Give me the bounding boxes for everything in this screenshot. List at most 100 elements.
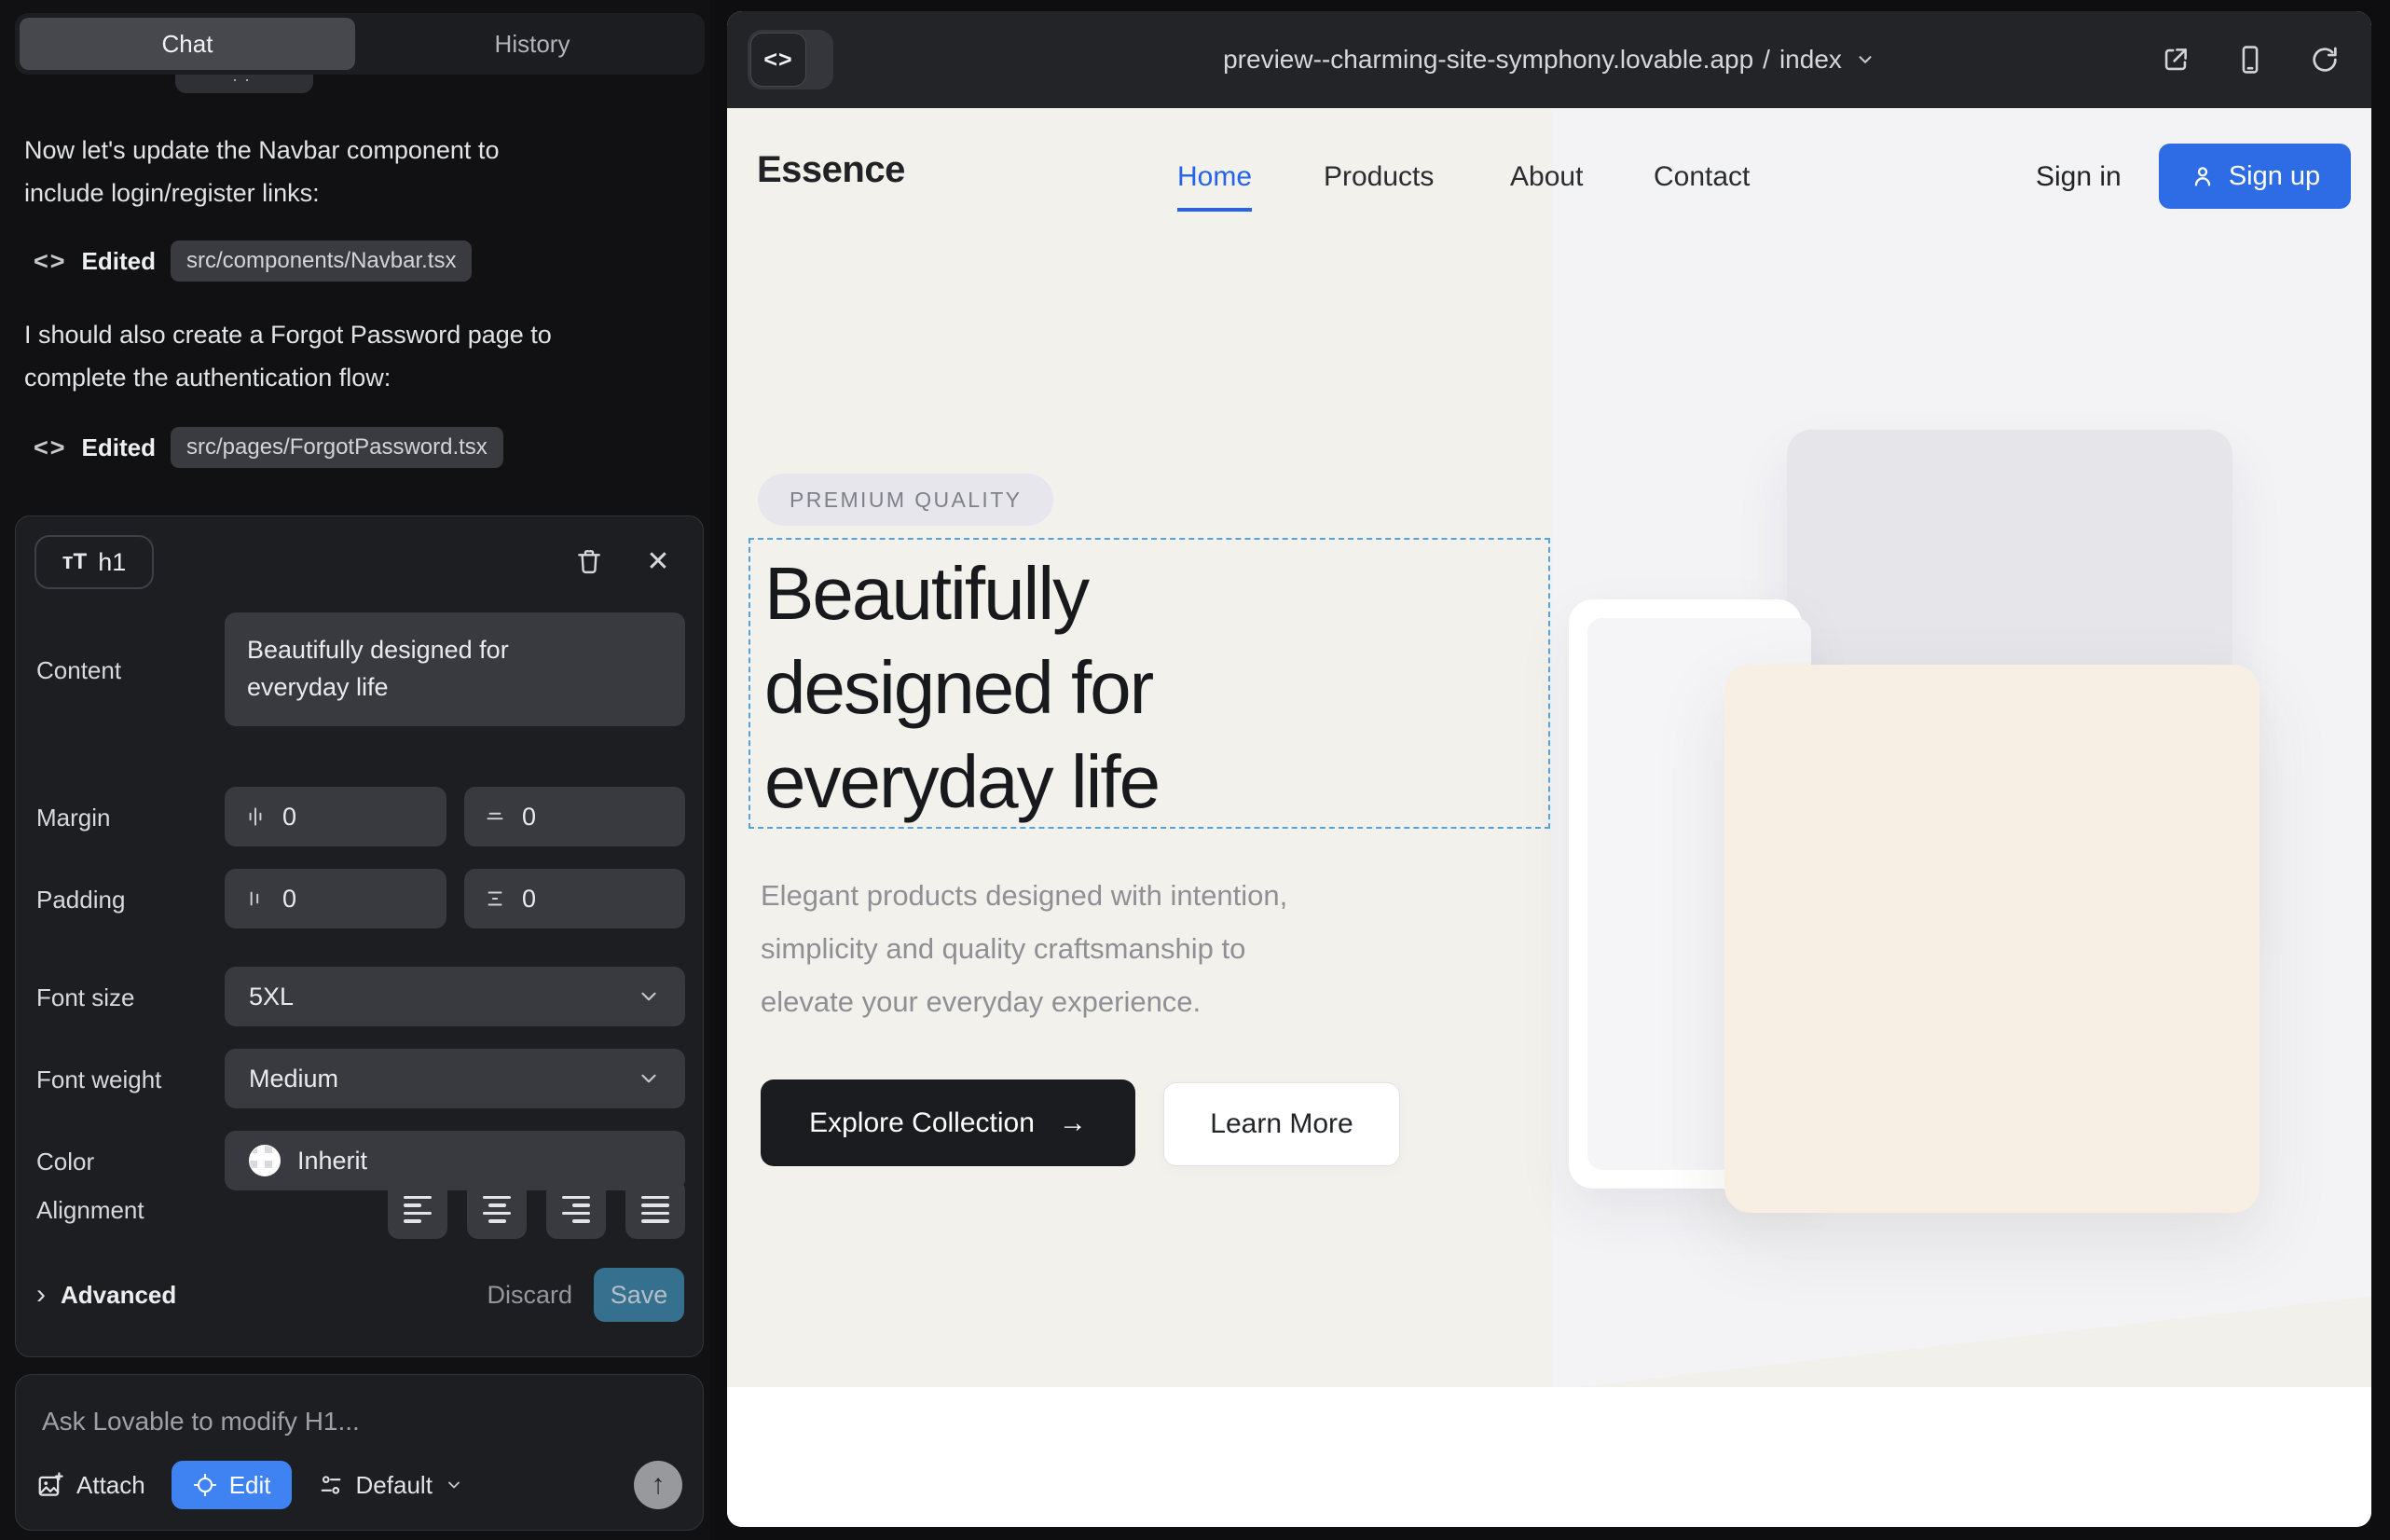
edit-mode-button[interactable]: Edit bbox=[172, 1461, 292, 1509]
align-center-button[interactable] bbox=[467, 1179, 527, 1239]
margin-y-icon bbox=[483, 804, 507, 829]
code-view-toggle[interactable]: <> bbox=[748, 30, 833, 89]
nav-link-contact[interactable]: Contact bbox=[1654, 161, 1750, 193]
hero-heading[interactable]: Beautifully designed for everyday life bbox=[764, 546, 1159, 829]
send-button[interactable]: ↑ bbox=[634, 1461, 682, 1509]
heading-line: Beautifully bbox=[764, 546, 1159, 640]
message-line: I should also create a Forgot Password p… bbox=[24, 313, 639, 356]
file-chip[interactable]: src/components/Navbar.tsx bbox=[171, 241, 472, 282]
edited-label: Edited bbox=[82, 247, 156, 276]
refresh-button[interactable] bbox=[2306, 41, 2343, 78]
sliders-icon bbox=[318, 1472, 344, 1498]
explore-collection-button[interactable]: Explore Collection → bbox=[761, 1079, 1135, 1166]
padding-y-input[interactable]: 0 bbox=[464, 869, 685, 928]
align-justify-icon bbox=[641, 1196, 669, 1223]
tab-chat[interactable]: Chat bbox=[20, 18, 355, 70]
hero-section: Essence Home Products About Contact Sign… bbox=[727, 108, 2371, 1387]
discard-button[interactable]: Discard bbox=[487, 1268, 572, 1322]
url-bar[interactable]: preview--charming-site-symphony.lovable.… bbox=[1223, 45, 1875, 75]
learn-more-button[interactable]: Learn More bbox=[1163, 1082, 1400, 1166]
premium-badge: PREMIUM QUALITY bbox=[758, 474, 1053, 526]
color-field-label: Color bbox=[36, 1148, 94, 1176]
color-swatch bbox=[249, 1145, 281, 1176]
close-panel-button[interactable]: ✕ bbox=[638, 541, 679, 582]
open-in-new-tab-button[interactable] bbox=[2157, 41, 2194, 78]
mode-selector[interactable]: Default bbox=[318, 1471, 463, 1500]
color-value: Inherit bbox=[297, 1147, 367, 1176]
prompt-toolbar: Attach Edit Default ↑ bbox=[36, 1461, 682, 1509]
content-field-label: Content bbox=[36, 656, 121, 685]
prompt-input[interactable]: Ask Lovable to modify H1... bbox=[42, 1407, 360, 1437]
explore-label: Explore Collection bbox=[809, 1107, 1035, 1139]
sign-up-label: Sign up bbox=[2229, 161, 2320, 192]
sign-up-button[interactable]: Sign up bbox=[2159, 144, 2351, 209]
font-weight-select[interactable]: Medium bbox=[225, 1049, 685, 1108]
color-select[interactable]: Inherit bbox=[225, 1131, 685, 1190]
decorative-card-cream bbox=[1724, 665, 2260, 1213]
page-name: index bbox=[1779, 45, 1842, 75]
save-button[interactable]: Save bbox=[594, 1268, 684, 1322]
panel-tabs: Chat History bbox=[15, 13, 705, 75]
font-size-select[interactable]: 5XL bbox=[225, 967, 685, 1026]
code-icon: <> bbox=[750, 33, 806, 87]
message-line: include login/register links: bbox=[24, 172, 639, 214]
padding-x-value: 0 bbox=[282, 885, 296, 914]
margin-y-input[interactable]: 0 bbox=[464, 787, 685, 846]
scrolled-chip-partial: ·· bbox=[175, 75, 313, 93]
user-icon bbox=[2190, 163, 2216, 189]
content-value: Beautifully designed for everyday life bbox=[247, 631, 560, 706]
attach-image-icon bbox=[36, 1471, 64, 1499]
target-icon bbox=[192, 1472, 218, 1498]
padding-x-input[interactable]: 0 bbox=[225, 869, 446, 928]
align-center-icon bbox=[483, 1196, 511, 1223]
code-icon: <> bbox=[34, 433, 67, 462]
attach-label: Attach bbox=[76, 1471, 145, 1500]
delete-element-button[interactable] bbox=[569, 541, 610, 582]
mode-label: Default bbox=[356, 1471, 433, 1500]
heading-line: everyday life bbox=[764, 735, 1159, 829]
align-right-button[interactable] bbox=[546, 1179, 606, 1239]
code-icon: <> bbox=[34, 247, 67, 276]
chevron-down-icon bbox=[1855, 49, 1875, 70]
padding-field-label: Padding bbox=[36, 886, 125, 914]
advanced-toggle[interactable]: › Advanced bbox=[36, 1268, 176, 1322]
align-left-button[interactable] bbox=[388, 1179, 447, 1239]
nav-link-home[interactable]: Home bbox=[1177, 161, 1252, 212]
align-justify-button[interactable] bbox=[625, 1179, 685, 1239]
file-chip[interactable]: src/pages/ForgotPassword.tsx bbox=[171, 427, 503, 468]
advanced-label: Advanced bbox=[61, 1281, 176, 1310]
padding-y-value: 0 bbox=[522, 885, 536, 914]
content-input[interactable]: Beautifully designed for everyday life bbox=[225, 612, 685, 726]
chevron-right-icon: › bbox=[36, 1279, 46, 1311]
font-weight-value: Medium bbox=[249, 1065, 338, 1093]
assistant-message: Now let's update the Navbar component to… bbox=[24, 129, 639, 214]
chevron-down-icon bbox=[445, 1476, 463, 1494]
sign-in-link[interactable]: Sign in bbox=[2036, 161, 2122, 193]
site-preview: Essence Home Products About Contact Sign… bbox=[727, 108, 2371, 1527]
brand-logo[interactable]: Essence bbox=[757, 149, 905, 191]
element-tag-selector[interactable]: тT h1 bbox=[34, 535, 154, 589]
nav-link-products[interactable]: Products bbox=[1324, 161, 1434, 193]
typography-icon: тT bbox=[62, 549, 87, 575]
edited-file-row: <> Edited src/pages/ForgotPassword.tsx bbox=[34, 425, 503, 470]
browser-actions bbox=[2157, 11, 2343, 108]
preview-browser-window: <> preview--charming-site-symphony.lovab… bbox=[727, 11, 2371, 1527]
font-size-value: 5XL bbox=[249, 983, 294, 1011]
mobile-preview-button[interactable] bbox=[2232, 41, 2269, 78]
arrow-right-icon: → bbox=[1059, 1107, 1087, 1139]
assistant-message: I should also create a Forgot Password p… bbox=[24, 313, 639, 399]
message-line: complete the authentication flow: bbox=[24, 356, 639, 399]
alignment-field-label: Alignment bbox=[36, 1196, 144, 1225]
margin-field-label: Margin bbox=[36, 804, 110, 832]
font-size-field-label: Font size bbox=[36, 983, 135, 1012]
nav-link-about[interactable]: About bbox=[1510, 161, 1583, 193]
font-weight-field-label: Font weight bbox=[36, 1066, 161, 1094]
element-editor-panel: тT h1 ✕ Content Beautifully designed for… bbox=[15, 516, 704, 1357]
refresh-icon bbox=[2309, 44, 2341, 76]
margin-x-input[interactable]: 0 bbox=[225, 787, 446, 846]
tab-history[interactable]: History bbox=[364, 18, 700, 70]
hero-paragraph: Elegant products designed with intention… bbox=[761, 869, 1287, 1028]
edit-label: Edit bbox=[229, 1471, 271, 1500]
attach-button[interactable]: Attach bbox=[36, 1471, 145, 1500]
message-line: Now let's update the Navbar component to bbox=[24, 129, 639, 172]
